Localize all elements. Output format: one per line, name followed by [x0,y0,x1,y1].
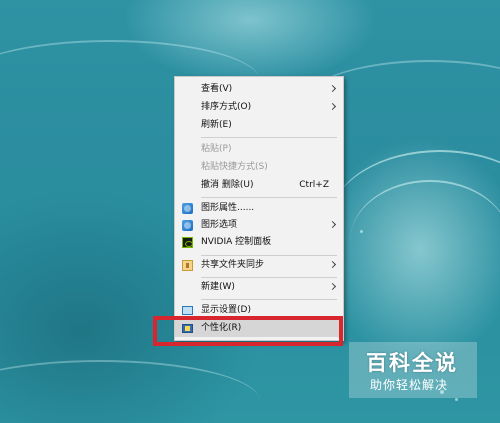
submenu-arrow-icon [328,220,337,229]
display-settings-icon [182,306,193,315]
menu-separator [201,255,337,256]
menu-item-label: 图形选项 [201,220,238,230]
menu-item-label: 刷新(E) [201,120,232,130]
menu-item-label: 新建(W) [201,282,235,292]
bubble-decoration [360,230,363,233]
submenu-arrow-icon [328,84,337,93]
watermark-title: 百科全说 [366,351,458,375]
bubble-decoration [455,398,458,401]
menu-item-paste[interactable]: 粘贴(P) [175,141,343,158]
menu-item-graphics-properties[interactable]: 图形属性...... [175,200,343,217]
highlight-box [153,316,343,346]
menu-item-label: 撤消 删除(U) [201,180,254,190]
watermark-subtitle: 助你轻松解决 [370,378,449,392]
menu-separator [201,197,337,198]
menu-item-shortcut: Ctrl+Z [299,180,329,190]
menu-item-paste-shortcut[interactable]: 粘贴快捷方式(S) [175,159,343,176]
menu-item-new[interactable]: 新建(W) [175,279,343,296]
menu-item-label: 粘贴快捷方式(S) [201,162,268,172]
menu-item-refresh[interactable]: 刷新(E) [175,117,343,134]
graphics-properties-icon [182,203,193,214]
submenu-arrow-icon [328,282,337,291]
submenu-arrow-icon [328,260,337,269]
menu-item-nvidia-control-panel[interactable]: NVIDIA 控制面板 [175,234,343,251]
menu-separator [201,277,337,278]
menu-separator [201,299,337,300]
menu-item-shared-folder-sync[interactable]: 共享文件夹同步 [175,257,343,274]
menu-item-undo-delete[interactable]: 撤消 删除(U) Ctrl+Z [175,177,343,194]
menu-item-sort-by[interactable]: 排序方式(O) [175,99,343,116]
menu-item-view[interactable]: 查看(V) [175,81,343,98]
menu-item-label: 查看(V) [201,84,233,94]
menu-item-label: NVIDIA 控制面板 [201,237,272,247]
shared-folder-sync-icon [182,260,193,271]
menu-item-label: 排序方式(O) [201,102,252,112]
menu-item-label: 粘贴(P) [201,144,232,154]
graphics-options-icon [182,220,193,231]
wave-decoration [350,180,500,302]
menu-separator [201,137,337,138]
nvidia-icon [182,237,193,248]
menu-item-graphics-options[interactable]: 图形选项 [175,217,343,234]
desktop-context-menu: 查看(V) 排序方式(O) 刷新(E) 粘贴(P) 粘贴快捷方式(S) 撤消 删… [174,76,344,341]
submenu-arrow-icon [328,102,337,111]
wave-decoration [0,360,260,423]
menu-item-label: 共享文件夹同步 [201,260,265,270]
menu-item-label: 图形属性...... [201,203,255,213]
